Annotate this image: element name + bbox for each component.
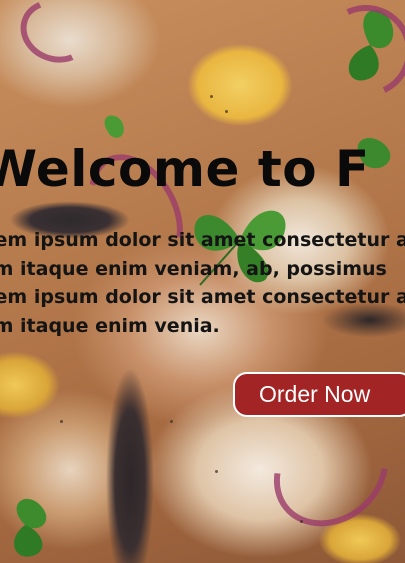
- hero-content: Welcome to F Lorem ipsum dolor sit amet …: [0, 0, 405, 563]
- hero-description: Lorem ipsum dolor sit amet consectetur a…: [0, 226, 405, 340]
- hero-description-line: Lorem ipsum dolor sit amet consectetur a…: [0, 229, 405, 251]
- hero-title: Welcome to F: [0, 140, 370, 198]
- hero-section: Welcome to F Lorem ipsum dolor sit amet …: [0, 0, 405, 563]
- hero-description-line: Lorem ipsum dolor sit amet consectetur a…: [0, 286, 405, 308]
- hero-description-line: Illum itaque enim veniam, ab, possimus: [0, 257, 387, 280]
- order-now-button[interactable]: Order Now: [233, 372, 405, 417]
- hero-description-line: Illum itaque enim venia.: [0, 314, 220, 337]
